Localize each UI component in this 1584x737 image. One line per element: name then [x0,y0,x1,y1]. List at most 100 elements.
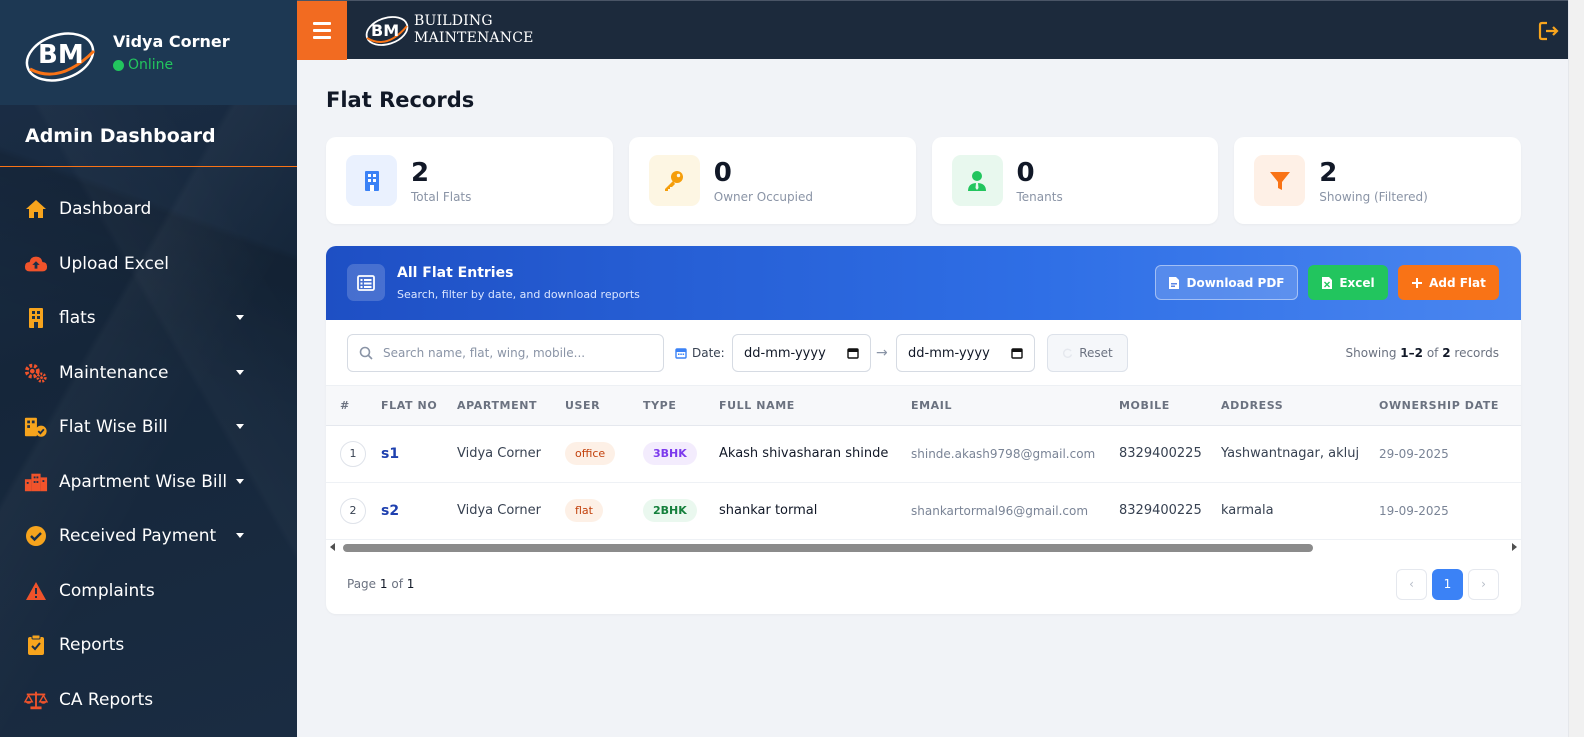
user-badge: office [565,442,616,465]
search-input[interactable] [383,346,643,360]
sidebar-item-maintenance[interactable]: Maintenance [0,346,297,401]
brand: BM BUILDING MAINTENANCE [363,10,534,50]
filter-bar: Date: dd-mm-yyyy → dd-mm-yyyy Reset Show… [326,320,1521,386]
excel-button[interactable]: Excel [1308,265,1388,300]
sidebar-item-ca-reports[interactable]: CA Reports [0,673,297,728]
pagination-bar: Page 1 of 1 ‹ 1 › [326,554,1521,613]
stat-value: 2 [411,157,430,188]
logout-icon[interactable] [1538,20,1560,42]
panel-title: All Flat Entries [397,265,514,281]
col-header[interactable]: FULL NAME [719,386,911,426]
file-pdf-icon [1169,276,1180,289]
user-badge: flat [565,499,603,522]
refresh-icon [1063,348,1073,358]
warning-icon [24,579,48,603]
svg-text:BM: BM [371,21,399,40]
col-header[interactable]: USER [565,386,643,426]
flat-no-link[interactable]: s1 [381,446,399,462]
sidebar-item-label: Reports [59,635,125,656]
sidebar-item-apartment-wise-bill[interactable]: Apartment Wise Bill [0,455,297,510]
stat-card-tenants: 0 Tenants [931,137,1219,224]
sidebar-item-label: Dashboard [59,199,152,220]
scroll-left-icon[interactable] [330,542,335,551]
reset-button[interactable]: Reset [1047,334,1128,372]
sidebar-item-flat-wise-bill[interactable]: Flat Wise Bill [0,400,297,455]
next-page-button[interactable]: › [1468,568,1499,600]
table-row[interactable]: 2 s2 Vidya Corner flat 2BHK shankar torm… [326,482,1521,540]
key-icon [648,155,700,206]
flat-entries-panel: All Flat Entries Search, filter by date,… [326,246,1521,614]
check-circle-icon [24,524,48,548]
col-header[interactable]: # [326,386,381,426]
add-flat-button[interactable]: Add Flat [1398,265,1499,300]
calendar-icon [675,348,687,359]
sidebar-item-label: Received Payment [59,526,217,547]
panel-subtitle: Search, filter by date, and download rep… [397,288,640,301]
full-name-cell: shankar tormal [719,482,911,540]
date-from-input[interactable]: dd-mm-yyyy [732,334,871,372]
col-header[interactable]: MOBILE [1119,386,1221,426]
ownership-date-cell: 29-09-2025 [1379,425,1521,483]
showing-count: Showing 1–2 of 2 records [1345,346,1499,360]
table-horizontal-scrollbar[interactable] [326,540,1521,554]
sidebar-item-label: Flat Wise Bill [59,417,168,438]
menu-toggle-button[interactable] [297,1,347,60]
apartment-cell: Vidya Corner [457,482,565,540]
type-badge: 3BHK [643,442,697,465]
page-scrollbar[interactable] [1568,0,1584,737]
sidebar-item-label: Apartment Wise Bill [59,471,228,492]
list-icon [347,264,385,301]
svg-text:BM: BM [38,40,84,70]
online-status: Online [113,57,230,73]
user-name: Vidya Corner [113,32,230,51]
sidebar-item-received-payment[interactable]: Received Payment [0,509,297,564]
col-header[interactable]: OWNERSHIP DATE [1379,386,1521,426]
stat-label: Owner Occupied [713,189,813,204]
stat-value: 2 [1319,157,1338,188]
col-header[interactable]: FLAT NO [381,386,457,426]
ownership-date-cell: 19-09-2025 [1379,482,1521,540]
sidebar-item-label: CA Reports [59,689,154,710]
col-header[interactable]: ADDRESS [1221,386,1379,426]
date-to-input[interactable]: dd-mm-yyyy [896,334,1035,372]
page-title: Flat Records [326,88,475,112]
download-pdf-button[interactable]: Download PDF [1155,265,1298,300]
sidebar-item-reports[interactable]: Reports [0,618,297,673]
scroll-right-icon[interactable] [1512,542,1517,551]
calendar-picker-icon[interactable] [1011,347,1023,359]
stat-label: Total Flats [411,189,472,204]
stat-label: Showing (Filtered) [1319,189,1428,204]
plus-icon [1412,277,1423,288]
home-icon [24,197,48,221]
sidebar-item-label: Maintenance [59,362,169,383]
sidebar-menu: Dashboard Upload Excel flats Maintenance [0,167,297,727]
sidebar-item-complaints[interactable]: Complaints [0,564,297,619]
brand-line-2: MAINTENANCE [414,30,534,46]
flat-no-link[interactable]: s2 [381,503,399,519]
sidebar-item-label: flats [59,308,96,329]
topbar: BM BUILDING MAINTENANCE [297,0,1584,60]
bm-logo-icon: BM [365,16,409,46]
scrollbar-thumb[interactable] [343,543,1313,552]
page-1-button[interactable]: 1 [1432,568,1463,600]
sidebar-item-dashboard[interactable]: Dashboard [0,182,297,237]
cloud-upload-icon [24,252,48,276]
stat-label: Tenants [1016,189,1063,204]
prev-page-button[interactable]: ‹ [1396,568,1427,600]
sidebar-item-upload-excel[interactable]: Upload Excel [0,237,297,292]
col-header[interactable]: EMAIL [911,386,1119,426]
search-field[interactable] [347,334,664,372]
table-row[interactable]: 1 s1 Vidya Corner office 3BHK Akash shiv… [326,425,1521,483]
calendar-picker-icon[interactable] [847,347,859,359]
panel-header: All Flat Entries Search, filter by date,… [326,246,1521,320]
col-header[interactable]: APARTMENT [457,386,565,426]
col-header[interactable]: TYPE [643,386,719,426]
sidebar-user-panel: BM Vidya Corner Online [0,0,297,105]
sidebar-item-flats[interactable]: flats [0,291,297,346]
stat-card-showing-filtered: 2 Showing (Filtered) [1234,137,1521,224]
arrow-right-icon: → [876,345,888,361]
stat-value: 0 [1016,157,1035,188]
building-icon [346,155,397,206]
page-info: Page 1 of 1 [347,576,415,591]
file-excel-icon [1322,276,1333,289]
